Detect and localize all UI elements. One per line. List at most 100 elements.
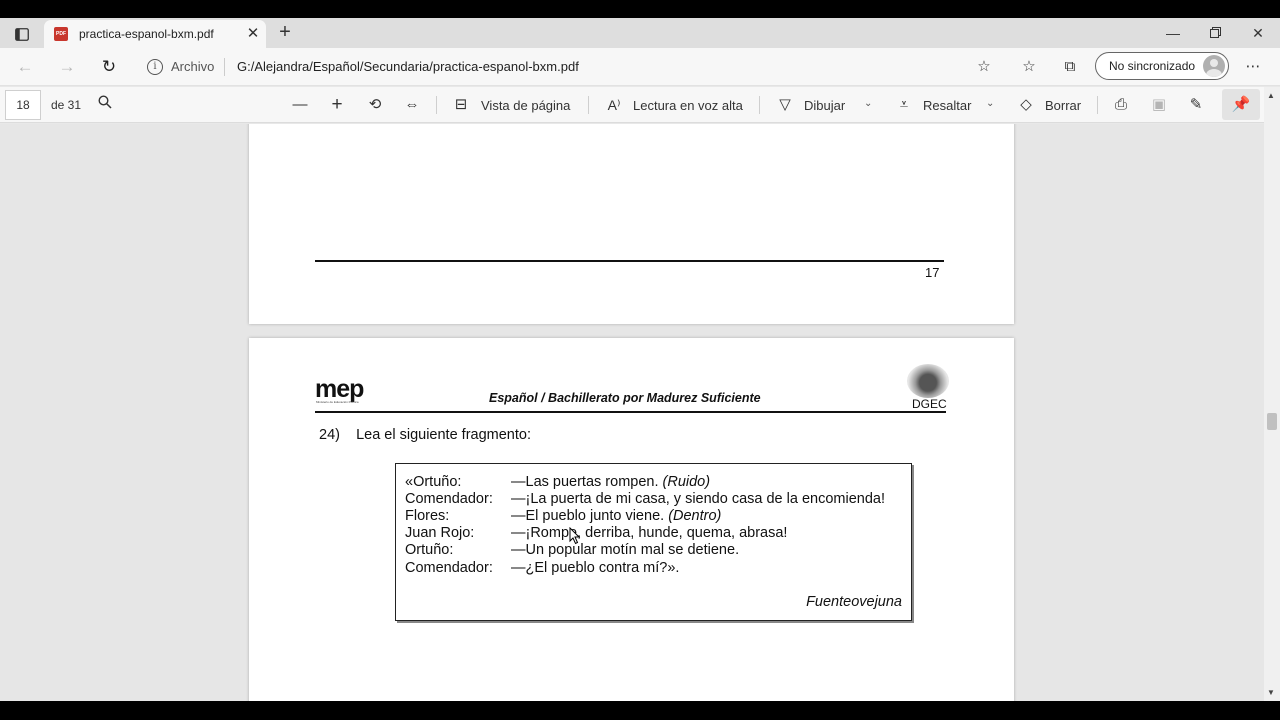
fit-page-button[interactable]: ⇔: [401, 94, 423, 116]
pdf-page-17: 17: [249, 124, 1014, 324]
browser-window: PDF practica-espanol-bxm.pdf ✕ + — ✕ ← →…: [0, 18, 1280, 701]
eraser-icon: ◇: [1020, 96, 1032, 113]
page-header-title: Español / Bachillerato por Madurez Sufic…: [489, 391, 761, 405]
profile-sync-button[interactable]: No sincronizado: [1095, 52, 1229, 80]
speaker: Juan Rojo:: [405, 525, 475, 541]
scrollbar-thumb[interactable]: [1267, 413, 1277, 430]
search-button[interactable]: [94, 94, 116, 116]
minus-icon: —: [292, 96, 308, 113]
quote-box: «Ortuño: —Las puertas rompen. (Ruido) Co…: [395, 463, 912, 621]
close-icon: ✕: [1252, 25, 1264, 41]
print-icon: ⎙: [1114, 96, 1127, 113]
speaker: Comendador:: [405, 491, 493, 507]
toolbar-divider: [588, 96, 589, 114]
page-total: de 31: [51, 98, 82, 112]
pdf-toolbar: 18 de 31 — + ⟲ ⇔ ⊟ Vista de página A⁾ Le…: [0, 87, 1280, 123]
pdf-viewer[interactable]: 17 mep Ministerio de Educación Pública E…: [0, 124, 1264, 701]
pin-toolbar-button[interactable]: 📌: [1222, 89, 1260, 120]
page-number: 17: [925, 265, 940, 280]
vertical-scrollbar[interactable]: ▲ ▼: [1264, 87, 1280, 701]
arrow-left-icon: ←: [16, 57, 34, 76]
quote-source: Fuenteovejuna: [806, 594, 902, 610]
add-favorite-button[interactable]: ☆: [973, 56, 995, 78]
url-field[interactable]: G:/Alejandra/Español/Secundaria/practica…: [237, 59, 579, 74]
pdf-file-icon: PDF: [54, 27, 68, 41]
tab-close-icon[interactable]: ✕: [244, 25, 262, 43]
collections-button[interactable]: ⧉: [1059, 56, 1081, 78]
draw-icon: ▽: [779, 96, 791, 113]
tab-strip: PDF practica-espanol-bxm.pdf ✕ + — ✕: [0, 18, 1280, 48]
scroll-up-icon[interactable]: ▲: [1267, 91, 1275, 100]
favorites-icon: ☆: [1022, 58, 1036, 75]
tab-actions-icon: [15, 27, 29, 41]
header-rule: [315, 411, 946, 413]
dialogue: —El pueblo junto viene. (Dentro): [511, 508, 722, 524]
save-button[interactable]: ▣: [1148, 94, 1170, 116]
page-view-button[interactable]: Vista de página: [481, 98, 570, 113]
highlighter-icon: ⩡: [899, 96, 909, 113]
plus-icon: +: [279, 21, 291, 43]
highlight-button[interactable]: Resaltar: [923, 98, 971, 113]
speaker: «Ortuño:: [405, 474, 462, 490]
arrow-right-icon: →: [58, 57, 76, 76]
erase-button[interactable]: Borrar: [1045, 98, 1081, 113]
draw-button[interactable]: Dibujar: [804, 98, 845, 113]
toolbar-divider: [436, 96, 437, 114]
dgec-label: DGEC: [912, 397, 947, 411]
plus-icon: +: [331, 94, 343, 115]
restore-icon: [1209, 27, 1221, 38]
page-number-input[interactable]: 18: [5, 90, 41, 120]
mep-logo-subtext: Ministerio de Educación Pública: [316, 400, 359, 404]
sync-label: No sincronizado: [1109, 59, 1196, 73]
speaker: Comendador:: [405, 560, 493, 576]
tab-actions-button[interactable]: [8, 23, 36, 45]
refresh-icon: ↻: [101, 57, 117, 76]
restore-button[interactable]: [1200, 22, 1230, 44]
read-aloud-button[interactable]: Lectura en voz alta: [633, 98, 743, 113]
toolbar-divider: [759, 96, 760, 114]
forward-button[interactable]: →: [54, 54, 80, 80]
close-window-button[interactable]: ✕: [1243, 22, 1273, 44]
dialogue: —¡La puerta de mi casa, y siendo casa de…: [511, 491, 885, 507]
minimize-button[interactable]: —: [1158, 22, 1188, 44]
address-bar: ← → ↻ i Archivo G:/Alejandra/Español/Sec…: [0, 48, 1280, 86]
rotate-icon: ⟲: [368, 96, 382, 113]
settings-menu-button[interactable]: ⋯: [1242, 56, 1264, 78]
collections-icon: ⧉: [1064, 58, 1076, 75]
footer-rule: [315, 260, 944, 262]
more-icon: ⋯: [1245, 58, 1261, 75]
info-icon[interactable]: i: [147, 59, 163, 75]
pdf-page-18: mep Ministerio de Educación Pública Espa…: [249, 338, 1014, 701]
dialogue: —¡Rompe, derriba, hunde, quema, abrasa!: [511, 525, 788, 541]
url-divider: [224, 58, 225, 76]
scroll-down-icon[interactable]: ▼: [1267, 688, 1275, 697]
new-tab-button[interactable]: +: [274, 22, 296, 44]
zoom-in-button[interactable]: +: [326, 94, 348, 116]
chevron-down-icon[interactable]: ⌄: [986, 98, 994, 109]
save-as-button[interactable]: ✎: [1185, 94, 1207, 116]
tab-title: practica-espanol-bxm.pdf: [79, 27, 214, 41]
rotate-button[interactable]: ⟲: [364, 94, 386, 116]
dgec-seal-icon: [907, 364, 949, 398]
read-aloud-icon: A⁾: [607, 97, 621, 113]
dialogue: —Las puertas rompen. (Ruido): [511, 474, 711, 490]
tab-pdf[interactable]: PDF practica-espanol-bxm.pdf ✕: [44, 20, 266, 48]
star-add-icon: ☆: [977, 58, 991, 75]
minimize-icon: —: [1166, 25, 1180, 41]
back-button[interactable]: ←: [12, 54, 38, 80]
question-text: 24) Lea el siguiente fragmento:: [319, 427, 531, 443]
stage-direction: (Ruido): [662, 474, 711, 490]
refresh-button[interactable]: ↻: [96, 54, 122, 80]
speaker: Flores:: [405, 508, 450, 524]
print-button[interactable]: ⎙: [1110, 94, 1132, 116]
site-label: Archivo: [171, 59, 215, 74]
chevron-down-icon[interactable]: ⌄: [864, 98, 872, 109]
page-view-icon: ⊟: [454, 96, 468, 113]
dialogue: —Un popular motín mal se detiene.: [511, 542, 740, 558]
avatar: [1203, 55, 1225, 77]
stage-direction: (Dentro): [668, 508, 722, 524]
zoom-out-button[interactable]: —: [289, 94, 311, 116]
save-as-icon: ✎: [1189, 96, 1203, 113]
dialogue: —¿El pueblo contra mí?».: [511, 560, 680, 576]
favorites-button[interactable]: ☆: [1018, 56, 1040, 78]
